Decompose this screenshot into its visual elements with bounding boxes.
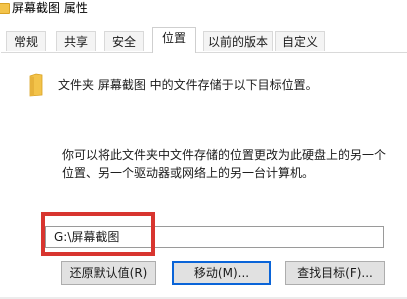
find-target-button[interactable]: 查找目标(F)... bbox=[285, 261, 385, 285]
location-info-text: 文件夹 屏幕截图 中的文件存储于以下目标位置。 bbox=[58, 78, 318, 92]
tab-security[interactable]: 安全 bbox=[104, 31, 144, 51]
folder-icon bbox=[0, 3, 10, 14]
description-line-2: 位置、另一个驱动器或网络上的另一台计算机。 bbox=[62, 166, 315, 180]
window-title: 屏幕截图 属性 bbox=[12, 1, 88, 15]
restore-default-button[interactable]: 还原默认值(R) bbox=[61, 261, 156, 285]
tab-strip: 常规 共享 安全 位置 以前的版本 自定义 bbox=[0, 27, 407, 53]
title-bar: 屏幕截图 属性 bbox=[0, 0, 407, 26]
folder-icon bbox=[29, 73, 43, 97]
path-input[interactable]: G:\屏幕截图 bbox=[45, 226, 384, 248]
tab-sharing[interactable]: 共享 bbox=[56, 31, 96, 51]
move-button[interactable]: 移动(M)... bbox=[172, 261, 271, 285]
description-line-1: 你可以将此文件夹中文件存储的位置更改为此硬盘上的另一个 bbox=[62, 148, 387, 162]
tab-previous-versions[interactable]: 以前的版本 bbox=[203, 31, 273, 51]
tab-general[interactable]: 常规 bbox=[6, 31, 46, 51]
tab-location[interactable]: 位置 bbox=[152, 27, 196, 53]
location-description: 你可以将此文件夹中文件存储的位置更改为此硬盘上的另一个 位置、另一个驱动器或网络… bbox=[62, 146, 392, 182]
tab-customize[interactable]: 自定义 bbox=[275, 31, 325, 51]
